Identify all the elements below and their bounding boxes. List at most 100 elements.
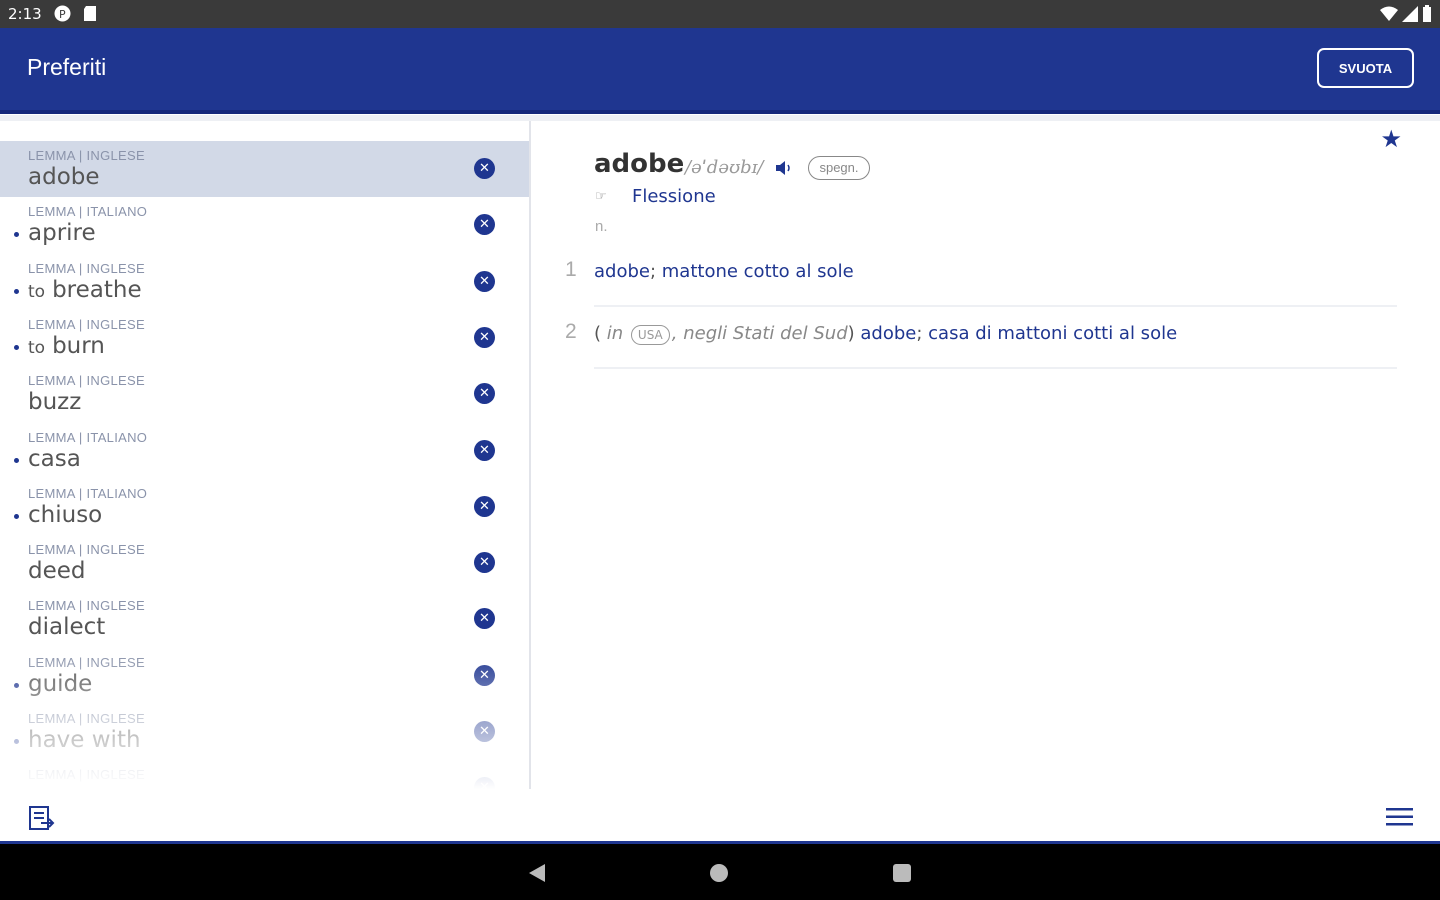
bullet-dot [14,513,19,519]
cell-signal-icon [1402,5,1418,22]
translation-link[interactable]: adobe [860,323,916,344]
remove-icon[interactable]: ✕ [474,158,495,179]
bottom-toolbar [0,789,1440,841]
entry-word-text: dialect [28,614,106,641]
entry-meta: LEMMA | INGLESE [28,260,145,276]
list-item[interactable]: LEMMA | INGLESE have with ✕ [0,704,530,760]
paren-close: ) [847,323,855,344]
entry-word-text: buzz [28,389,82,416]
bullet-dot [14,344,19,350]
bullet-dot [14,457,19,463]
list-item[interactable]: LEMMA | INGLESE adobe ✕ [0,141,530,197]
entry-word-text: breathe [52,276,142,303]
status-indicators [1380,5,1432,22]
svg-text:P: P [59,8,66,21]
entry-meta: LEMMA | INGLESE [28,542,145,558]
remove-icon[interactable]: ✕ [474,383,495,405]
entry-word: to breathe [28,277,142,303]
remove-icon[interactable]: ✕ [474,777,495,789]
list-item[interactable]: LEMMA | ITALIANO aprire ✕ [0,197,530,253]
entry-meta: LEMMA | INGLESE [28,316,145,332]
list-item[interactable]: LEMMA | INGLESE buzz ✕ [0,366,530,422]
entry-word: adobe [28,164,100,190]
remove-icon[interactable]: ✕ [474,721,495,742]
page-title: Preferiti [27,54,107,80]
notification-icon: P [54,5,71,22]
entry-meta: LEMMA | INGLESE [28,598,145,614]
entry-meta: LEMMA | ITALIANO [28,204,148,220]
remove-icon[interactable]: ✕ [474,214,495,236]
separator: ; [916,323,929,344]
hamburger-menu-icon[interactable] [1386,807,1413,827]
translation-link[interactable]: casa di mattoni cotti al sole [928,323,1177,344]
sense-divider [594,367,1397,369]
list-item[interactable]: LEMMA | INGLESE to breathe ✕ [0,254,530,310]
entry-headword: adobe [594,149,685,179]
list-item[interactable]: LEMMA | INGLESE ✕ [0,760,530,789]
sense-number: 2 [565,320,577,343]
entry-meta: LEMMA | INGLESE [28,711,145,726]
home-icon[interactable] [710,864,728,882]
entry-word-text: guide [28,670,93,697]
bullet-dot [14,232,19,238]
entry-meta: LEMMA | INGLESE [28,767,145,783]
app-bar: Preferiti SVUOTA [0,28,1440,110]
status-bar: 2:13 P [0,0,1440,28]
clear-favorites-button[interactable]: SVUOTA [1317,48,1414,88]
list-item[interactable]: LEMMA | INGLESE dialect ✕ [0,591,530,647]
remove-icon[interactable]: ✕ [474,495,495,517]
list-item[interactable]: LEMMA | ITALIANO casa ✕ [0,423,530,479]
paren-open: ( [594,323,602,344]
entry-detail: ★ adobe /əˈdəʊbɪ/ spegn. ☞ Flessione n. … [531,121,1440,789]
list-item[interactable]: LEMMA | INGLESE guide ✕ [0,648,530,704]
translation-link[interactable]: mattone cotto al sole [662,261,854,282]
list-item[interactable]: LEMMA | INGLESE deed ✕ [0,535,530,591]
sense-text: ( in USA, negli Stati del Sud) adobe; ca… [594,323,1177,345]
recents-icon[interactable] [893,864,911,882]
entry-word-text: burn [52,332,105,359]
entry-prefix: to [28,337,46,358]
entry-word-text: aprire [28,220,96,247]
entry-word: dialect [28,614,105,640]
inflection-link[interactable]: Flessione [632,186,716,207]
entry-word: guide [28,671,92,697]
entry-meta: LEMMA | INGLESE [28,373,145,389]
entry-meta: LEMMA | INGLESE [28,654,145,670]
entry-word: aprire [28,220,96,246]
sense-text: adobe; mattone cotto al sole [594,261,854,282]
entry-word-text: adobe [28,164,100,190]
remove-icon[interactable]: ✕ [474,270,495,292]
remove-icon[interactable]: ✕ [474,552,495,574]
translation-link[interactable]: adobe [594,261,650,282]
entry-word-text: chiuso [28,501,103,528]
bullet-dot [14,288,19,294]
remove-icon[interactable]: ✕ [474,326,495,348]
favorites-list[interactable]: LEMMA | INGLESE adobe ✕ LEMMA | ITALIANO apr… [0,121,530,789]
star-icon[interactable]: ★ [1380,125,1402,153]
remove-icon[interactable]: ✕ [474,439,495,461]
list-item[interactable]: LEMMA | ITALIANO chiuso ✕ [0,479,530,535]
export-list-icon[interactable] [27,804,55,832]
entry-word: buzz [28,389,81,415]
battery-icon [1423,5,1431,22]
sense-gloss-in: in [606,323,624,344]
list-item[interactable]: LEMMA | INGLESE to burn ✕ [0,310,530,366]
entry-word-text: deed [28,558,86,585]
entry-phonetic: /əˈdəʊbɪ/ [685,157,764,178]
back-icon[interactable] [528,863,546,883]
remove-icon[interactable]: ✕ [474,608,495,630]
sd-card-icon [84,6,96,21]
sense-number: 1 [565,258,577,281]
remove-icon[interactable]: ✕ [474,664,495,686]
bullet-dot [14,682,19,688]
part-of-speech: n. [595,218,608,235]
entry-word-text: have with [28,727,141,753]
spell-button[interactable]: spegn. [808,156,870,180]
sense-gloss: , negli Stati del Sud [671,323,848,344]
entry-word: to burn [28,333,105,359]
system-nav-bar [0,844,1440,900]
speaker-icon[interactable] [774,158,794,178]
app-bar-underline [0,110,1440,114]
region-tag: USA [630,325,670,345]
entry-word: deed [28,558,86,584]
